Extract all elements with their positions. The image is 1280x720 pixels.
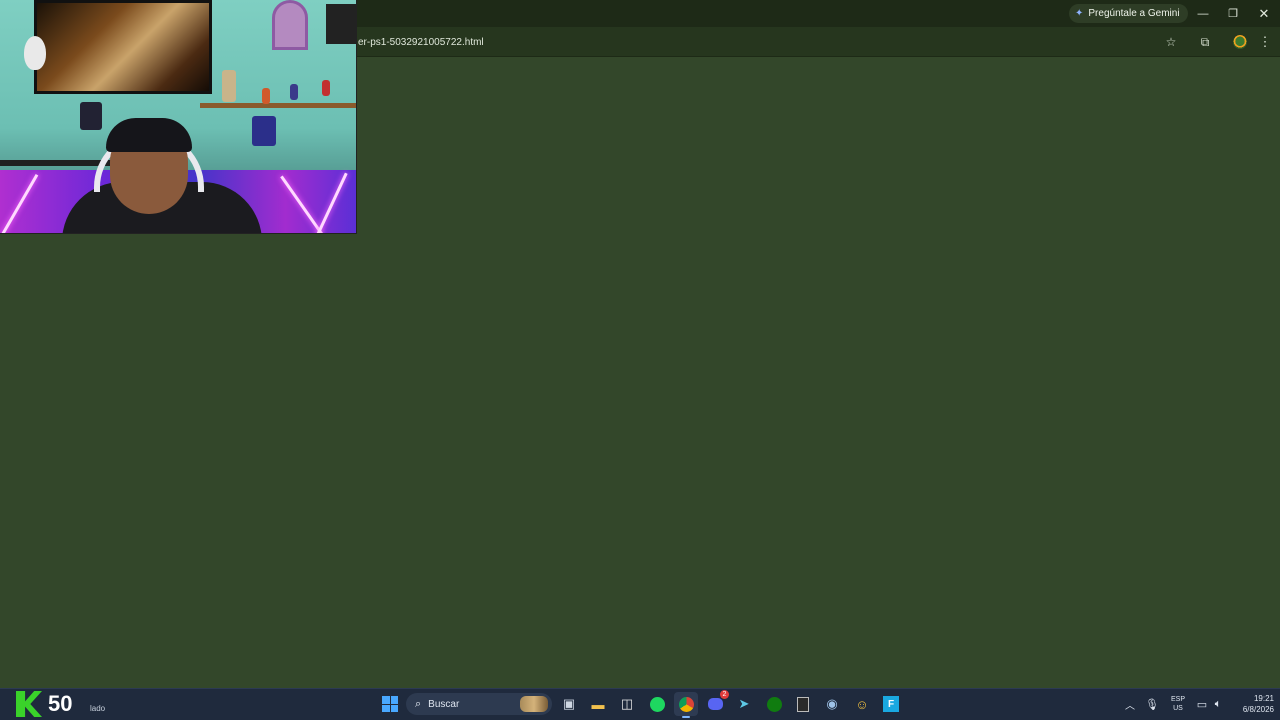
- store-icon: ◫: [620, 696, 634, 711]
- url-text: er-ps1-5032921005722.html: [358, 36, 484, 48]
- windows-icon: [382, 696, 398, 712]
- character-app-icon: ☺: [855, 696, 869, 712]
- spotify-button[interactable]: [645, 692, 669, 716]
- folder-icon: ▬: [591, 696, 605, 712]
- taskbar-widget[interactable]: 50 lado: [14, 691, 114, 717]
- poster: [326, 4, 356, 44]
- avatar-icon: [1233, 35, 1247, 49]
- minimize-button[interactable]: —: [1188, 0, 1218, 27]
- store-button[interactable]: ◫: [615, 692, 639, 716]
- network-button[interactable]: ▭: [1194, 688, 1210, 720]
- figure: [290, 84, 298, 100]
- sparkle-icon: ✦: [1075, 8, 1084, 19]
- language-code: ESP: [1170, 696, 1185, 703]
- extensions-button[interactable]: ⧉: [1194, 31, 1216, 53]
- shelf: [200, 103, 356, 108]
- clock-date: 6/8/2026: [1242, 705, 1274, 714]
- cap: [106, 118, 192, 152]
- bookmark-button[interactable]: ☆: [1160, 31, 1182, 53]
- keyboard-layout: US: [1173, 705, 1183, 712]
- star-icon: ☆: [1165, 35, 1177, 49]
- xbox-icon: [766, 696, 782, 712]
- network-icon: ▭: [1196, 698, 1208, 711]
- steam-button[interactable]: ◉: [820, 692, 844, 716]
- input-language-button[interactable]: ESP US: [1166, 688, 1190, 720]
- file-explorer-button[interactable]: ▬: [586, 692, 610, 716]
- search-label: Buscar: [428, 698, 460, 710]
- widget-number: 50: [48, 691, 73, 716]
- kick-logo-icon: [16, 691, 42, 717]
- tv-screen: [34, 0, 212, 94]
- app-arrow-button[interactable]: ➤: [732, 692, 756, 716]
- ask-gemini-label: Pregúntale a Gemini: [1088, 8, 1180, 19]
- show-hidden-icons-button[interactable]: ︿: [1122, 688, 1138, 720]
- xbox-button[interactable]: [762, 692, 786, 716]
- taskbar: [0, 688, 1280, 720]
- figure: [222, 70, 236, 102]
- profile-button[interactable]: [1229, 31, 1251, 53]
- chevron-up-icon: ︿: [1125, 700, 1135, 712]
- chrome-icon: [678, 696, 694, 712]
- task-view-icon: ▣: [562, 696, 576, 711]
- speaker-icon: 🔈︎: [1214, 697, 1222, 710]
- figure: [262, 88, 270, 104]
- f-app-button[interactable]: F: [879, 692, 903, 716]
- browser-menu-button[interactable]: ⋮: [1254, 31, 1276, 53]
- clock-button[interactable]: 19:21 6/8/2026: [1228, 688, 1274, 720]
- epic-games-button[interactable]: [791, 692, 815, 716]
- mask-decoration: [24, 36, 46, 70]
- character-app-button[interactable]: ☺: [850, 692, 874, 716]
- puzzle-icon: ⧉: [1200, 34, 1210, 49]
- discord-button[interactable]: 2: [703, 690, 729, 716]
- microphone-button[interactable]: 🎙︎: [1144, 688, 1160, 720]
- figure: [322, 80, 330, 96]
- arrow-app-icon: ➤: [738, 696, 750, 711]
- chrome-button[interactable]: [674, 692, 698, 718]
- steam-icon: ◉: [826, 696, 838, 711]
- f-app-icon: F: [883, 696, 899, 712]
- epic-icon: [797, 696, 809, 712]
- microphone-icon: 🎙︎: [1145, 698, 1159, 711]
- ask-gemini-button[interactable]: ✦ Pregúntale a Gemini: [1069, 4, 1188, 23]
- minimize-icon: —: [1197, 7, 1209, 20]
- streamer: [62, 112, 262, 233]
- volume-button[interactable]: 🔈︎: [1210, 688, 1226, 720]
- taskbar-search[interactable]: ⌕ Buscar: [406, 693, 552, 715]
- wall-decoration: [272, 0, 308, 50]
- close-icon: ✕: [1258, 5, 1270, 21]
- restore-button[interactable]: ❐: [1218, 0, 1248, 27]
- search-icon: ⌕: [415, 697, 422, 710]
- webcam-overlay: [0, 0, 357, 234]
- restore-icon: ❐: [1228, 8, 1238, 20]
- task-view-button[interactable]: ▣: [557, 692, 581, 716]
- widget-subtext: lado: [90, 704, 106, 713]
- notification-badge: 2: [720, 690, 729, 699]
- search-highlight-image: [520, 696, 548, 712]
- start-button[interactable]: [378, 692, 402, 716]
- spotify-icon: [649, 696, 665, 712]
- clock-time: 19:21: [1253, 694, 1274, 703]
- close-button[interactable]: ✕: [1249, 0, 1279, 27]
- address-bar[interactable]: er-ps1-5032921005722.html: [356, 31, 1188, 53]
- discord-icon: [707, 698, 723, 710]
- kebab-menu-icon: ⋮: [1258, 34, 1272, 49]
